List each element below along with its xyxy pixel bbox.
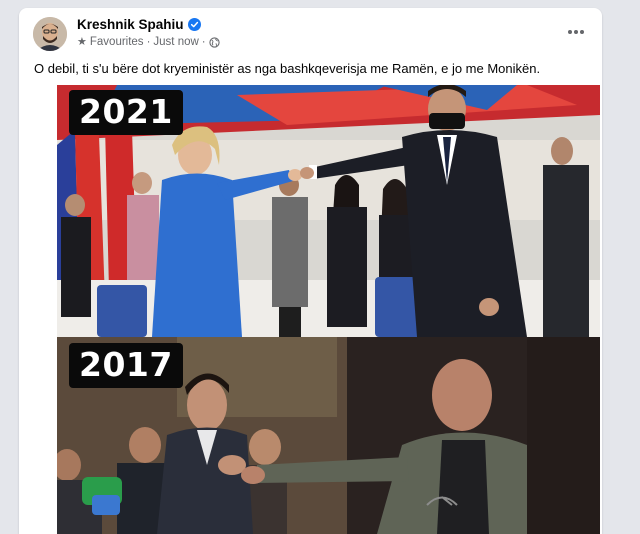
post-meta: ★ Favourites · Just now · (77, 36, 220, 48)
meta-separator: · (146, 36, 151, 48)
more-options-button[interactable] (566, 22, 586, 42)
facebook-post: Kreshnik Spahiu ★ Favourites · Just now … (19, 8, 602, 534)
post-header: Kreshnik Spahiu ★ Favourites · Just now … (19, 8, 602, 56)
post-text: O debil, ti s'u bëre dot kryeministër as… (34, 61, 541, 76)
author-line: Kreshnik Spahiu (77, 17, 201, 32)
year-label-bottom: 2017 (69, 343, 183, 388)
post-time[interactable]: Just now (153, 36, 198, 48)
author-avatar[interactable] (33, 17, 67, 51)
star-icon: ★ (77, 35, 87, 48)
year-label-top: 2021 (69, 90, 183, 135)
author-name[interactable]: Kreshnik Spahiu (77, 17, 184, 32)
globe-icon[interactable] (209, 36, 220, 48)
meta-separator-2: · (201, 36, 206, 48)
audience-label[interactable]: Favourites (90, 36, 144, 48)
post-image[interactable]: 2021 2017 (57, 85, 600, 534)
more-options-icon (568, 30, 572, 34)
verified-badge-icon (187, 18, 201, 31)
photo-collage (57, 85, 600, 534)
